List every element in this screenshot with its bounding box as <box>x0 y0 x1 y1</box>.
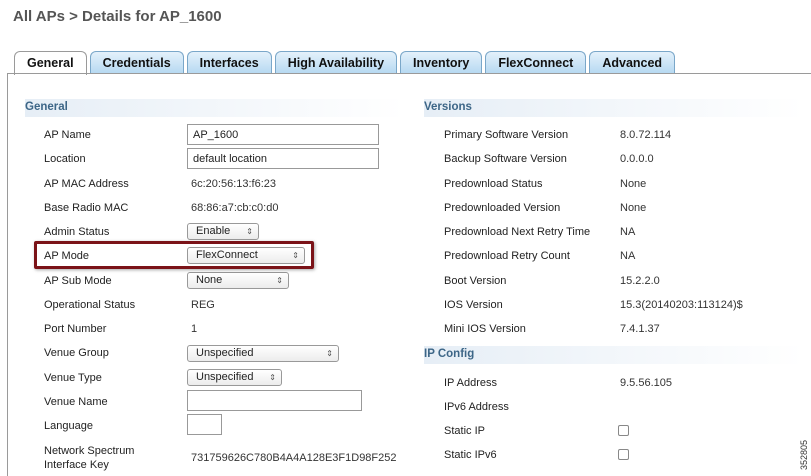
ap-sub-mode-label: AP Sub Mode <box>44 275 112 287</box>
ap-mac-label: AP MAC Address <box>44 178 129 190</box>
tab-advanced[interactable]: Advanced <box>589 51 676 74</box>
static-ipv6-checkbox[interactable] <box>618 449 629 460</box>
spectrum-key-label-line2: Interface Key <box>44 459 109 471</box>
ip-config-section-header: IP Config <box>424 346 804 364</box>
chevron-updown-icon: ⇕ <box>269 373 276 382</box>
static-ipv6-label: Static IPv6 <box>444 449 497 461</box>
venue-group-select[interactable]: Unspecified ⇕ <box>187 345 339 362</box>
venue-name-label: Venue Name <box>44 396 108 408</box>
language-input[interactable] <box>187 414 222 435</box>
ap-sub-mode-selected-value: None <box>196 274 223 286</box>
venue-type-select[interactable]: Unspecified ⇕ <box>187 369 282 386</box>
static-ip-checkbox[interactable] <box>618 425 629 436</box>
location-input[interactable] <box>187 148 379 169</box>
ios-version-label: IOS Version <box>444 299 503 311</box>
predownload-retry-count-label: Predownload Retry Count <box>444 250 570 262</box>
predownload-retry-count-value: NA <box>620 250 636 262</box>
admin-status-label: Admin Status <box>44 226 110 238</box>
tab-flexconnect[interactable]: FlexConnect <box>485 51 587 74</box>
versions-section-header: Versions <box>424 99 804 117</box>
language-label: Language <box>44 420 93 432</box>
port-number-value: 1 <box>191 323 198 335</box>
tab-interfaces[interactable]: Interfaces <box>186 51 272 74</box>
ap-mac-value: 6c:20:56:13:f6:23 <box>191 178 277 190</box>
spectrum-key-value: 731759626C780B4A4A128E3F1D98F252 <box>191 452 397 464</box>
chevron-updown-icon: ⇕ <box>276 276 283 285</box>
venue-type-selected-value: Unspecified <box>196 371 254 383</box>
base-radio-mac-value: 68:86:a7:cb:c0:d0 <box>191 202 279 214</box>
chevron-updown-icon: ⇕ <box>326 349 333 358</box>
ap-name-label: AP Name <box>44 129 91 141</box>
ip-address-label: IP Address <box>444 377 497 389</box>
backup-sw-label: Backup Software Version <box>444 153 567 165</box>
ap-sub-mode-select[interactable]: None ⇕ <box>187 272 289 289</box>
tab-general[interactable]: General <box>14 51 87 75</box>
boot-version-label: Boot Version <box>444 275 507 287</box>
tab-bar: General Credentials Interfaces High Avai… <box>14 51 678 75</box>
venue-type-label: Venue Type <box>44 372 102 384</box>
base-radio-mac-label: Base Radio MAC <box>44 202 129 214</box>
backup-sw-value: 0.0.0.0 <box>620 153 654 165</box>
predownload-status-label: Predownload Status <box>444 178 543 190</box>
ap-name-input[interactable] <box>187 124 379 145</box>
venue-group-selected-value: Unspecified <box>196 347 254 359</box>
mini-ios-version-value: 7.4.1.37 <box>620 323 660 335</box>
predownloaded-version-label: Predownloaded Version <box>444 202 561 214</box>
venue-name-input[interactable] <box>187 390 362 411</box>
port-number-label: Port Number <box>44 323 107 335</box>
tab-high-availability[interactable]: High Availability <box>274 51 398 74</box>
operational-status-label: Operational Status <box>44 299 136 311</box>
ap-mode-highlight-box <box>34 241 314 269</box>
mini-ios-version-label: Mini IOS Version <box>444 323 526 335</box>
predownloaded-version-value: None <box>620 202 647 214</box>
figure-id: 352805 <box>799 439 809 470</box>
ipv6-address-label: IPv6 Address <box>444 401 509 413</box>
predownload-next-retry-value: NA <box>620 226 636 238</box>
page-title: All APs > Details for AP_1600 <box>13 8 222 25</box>
operational-status-value: REG <box>191 299 215 311</box>
predownload-status-value: None <box>620 178 647 190</box>
predownload-next-retry-label: Predownload Next Retry Time <box>444 226 591 238</box>
boot-version-value: 15.2.2.0 <box>620 275 660 287</box>
static-ip-label: Static IP <box>444 425 485 437</box>
admin-status-selected-value: Enable <box>196 225 231 237</box>
ios-version-value: 15.3(20140203:113124)$ <box>620 299 743 311</box>
location-label: Location <box>44 153 86 165</box>
chevron-updown-icon: ⇕ <box>246 227 253 236</box>
tab-inventory[interactable]: Inventory <box>400 51 483 74</box>
tab-credentials[interactable]: Credentials <box>89 51 184 74</box>
primary-sw-value: 8.0.72.114 <box>620 129 672 141</box>
venue-group-label: Venue Group <box>44 347 109 359</box>
spectrum-key-label-line1: Network Spectrum <box>44 445 135 457</box>
ip-address-value: 9.5.56.105 <box>620 377 672 389</box>
primary-sw-label: Primary Software Version <box>444 129 569 141</box>
admin-status-select[interactable]: Enable ⇕ <box>187 223 259 240</box>
general-section-header: General <box>25 99 405 117</box>
details-panel <box>7 74 811 476</box>
